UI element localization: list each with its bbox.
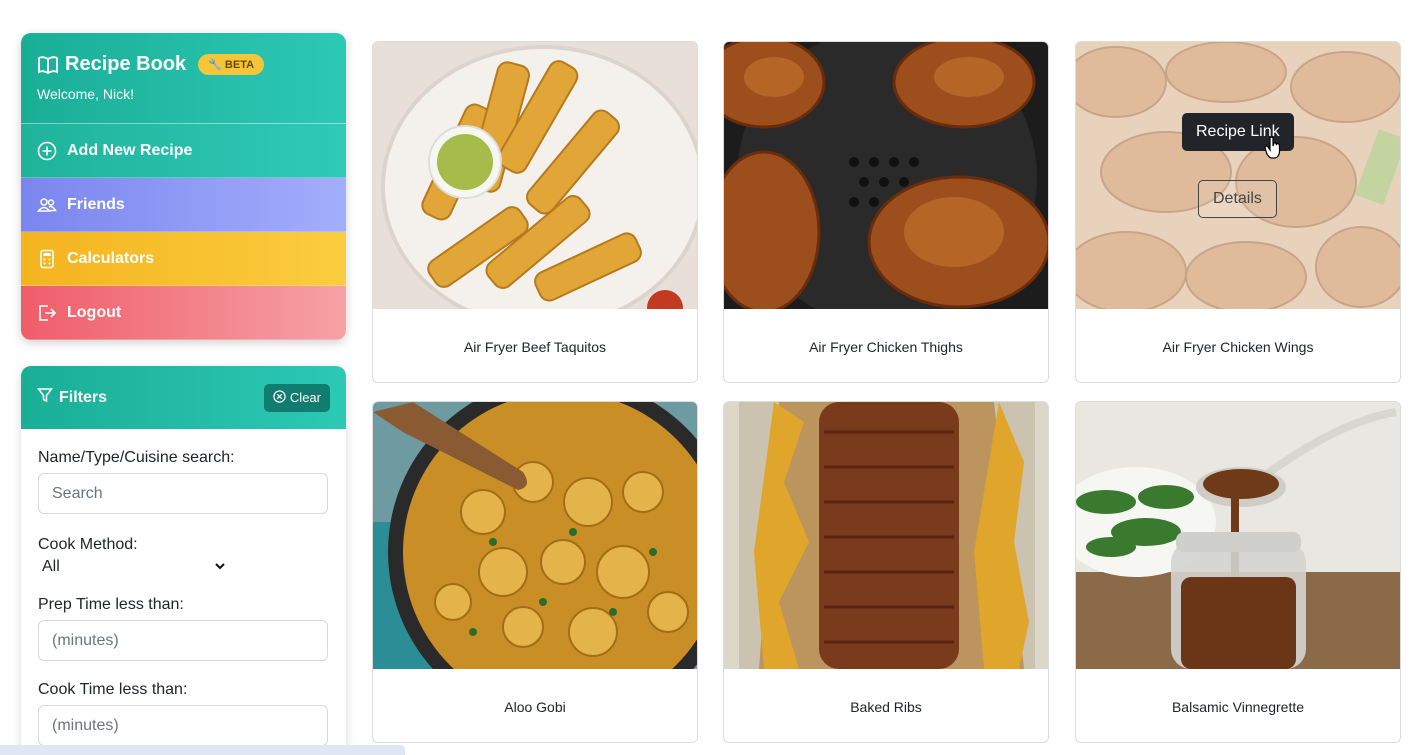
clear-label: Clear bbox=[289, 390, 321, 405]
filters-panel: Filters Clear Name/Type/Cuisine search: … bbox=[21, 366, 346, 755]
welcome-text: Welcome, Nick! bbox=[37, 86, 134, 102]
logout-label: Logout bbox=[67, 303, 122, 321]
recipe-card[interactable]: Balsamic Vinnegrette bbox=[1075, 401, 1401, 743]
recipe-card[interactable]: Air Fryer Beef Taquitos bbox=[372, 41, 698, 383]
filters-title: Filters bbox=[36, 387, 108, 408]
status-bar bbox=[0, 745, 405, 755]
beta-badge: 🔧 BETA bbox=[198, 54, 265, 75]
logout-button[interactable]: Logout bbox=[21, 286, 346, 340]
recipe-card-hovered[interactable]: Recipe Link Details Air Fryer Chicken Wi… bbox=[1075, 41, 1401, 383]
prep-time-input[interactable]: (minutes) bbox=[38, 620, 328, 661]
beta-label: BETA bbox=[224, 59, 255, 71]
page: Recipe Book 🔧 BETA Welcome, Nick! Add Ne… bbox=[0, 0, 1422, 755]
recipe-image-balsamic[interactable] bbox=[1076, 402, 1400, 669]
recipe-title: Aloo Gobi bbox=[504, 698, 566, 715]
filters-body: Name/Type/Cuisine search: Search Cook Me… bbox=[21, 429, 346, 755]
clear-filters-button[interactable]: Clear bbox=[263, 383, 330, 412]
brand-row: Recipe Book 🔧 BETA bbox=[37, 53, 330, 76]
prep-time-placeholder: (minutes) bbox=[52, 631, 119, 649]
friends-label: Friends bbox=[67, 195, 125, 213]
app-title: Recipe Book bbox=[65, 53, 187, 75]
calculator-icon bbox=[37, 249, 57, 269]
recipe-card[interactable]: Aloo Gobi bbox=[372, 401, 698, 743]
recipe-image-chicken-wings[interactable]: Recipe Link Details bbox=[1076, 42, 1400, 309]
filters-header: Filters Clear bbox=[21, 366, 346, 429]
sidebar-menu: Recipe Book 🔧 BETA Welcome, Nick! Add Ne… bbox=[21, 33, 346, 340]
calculators-button[interactable]: Calculators bbox=[21, 232, 346, 286]
calculators-label: Calculators bbox=[67, 249, 155, 267]
search-input[interactable]: Search bbox=[38, 473, 328, 514]
hover-overlay bbox=[1076, 42, 1400, 309]
recipe-image-aloo-gobi[interactable] bbox=[373, 402, 697, 669]
recipe-title: Baked Ribs bbox=[850, 698, 922, 715]
cook-time-placeholder: (minutes) bbox=[52, 716, 119, 734]
cook-time-input[interactable]: (minutes) bbox=[38, 705, 328, 746]
recipe-image-chicken-thighs[interactable] bbox=[724, 42, 1048, 309]
recipe-title: Balsamic Vinnegrette bbox=[1171, 698, 1305, 715]
x-circle-icon bbox=[273, 389, 286, 406]
menu-header: Recipe Book 🔧 BETA Welcome, Nick! bbox=[21, 33, 346, 124]
logout-icon bbox=[37, 303, 57, 323]
cook-method-select[interactable]: All bbox=[42, 558, 226, 576]
recipe-image-taquitos[interactable] bbox=[373, 42, 697, 309]
recipe-title: Air Fryer Beef Taquitos bbox=[463, 338, 607, 355]
recipe-title: Air Fryer Chicken Thighs bbox=[809, 338, 963, 355]
cook-method-label: Cook Method: bbox=[38, 536, 138, 553]
add-recipe-button[interactable]: Add New Recipe bbox=[21, 124, 346, 178]
chevron-down-icon bbox=[214, 558, 226, 576]
recipe-image-baked-ribs[interactable] bbox=[724, 402, 1048, 669]
friends-button[interactable]: Friends bbox=[21, 178, 346, 232]
recipe-card[interactable]: Baked Ribs bbox=[723, 401, 1049, 743]
cook-method-value: All bbox=[42, 558, 60, 575]
details-button[interactable]: Details bbox=[1198, 180, 1277, 218]
book-icon bbox=[37, 55, 58, 75]
recipe-title: Air Fryer Chicken Wings bbox=[1162, 338, 1314, 355]
search-label: Name/Type/Cuisine search: bbox=[38, 449, 235, 466]
recipe-card[interactable]: Air Fryer Chicken Thighs bbox=[723, 41, 1049, 383]
cook-time-label: Cook Time less than: bbox=[38, 681, 188, 698]
plus-circle-icon bbox=[37, 141, 57, 161]
search-placeholder: Search bbox=[52, 484, 103, 502]
add-recipe-label: Add New Recipe bbox=[67, 141, 193, 159]
prep-time-label: Prep Time less than: bbox=[38, 596, 184, 613]
filters-label: Filters bbox=[59, 388, 108, 406]
hand-cursor-icon bbox=[1264, 136, 1282, 160]
people-icon bbox=[36, 195, 57, 215]
funnel-icon bbox=[36, 387, 54, 408]
